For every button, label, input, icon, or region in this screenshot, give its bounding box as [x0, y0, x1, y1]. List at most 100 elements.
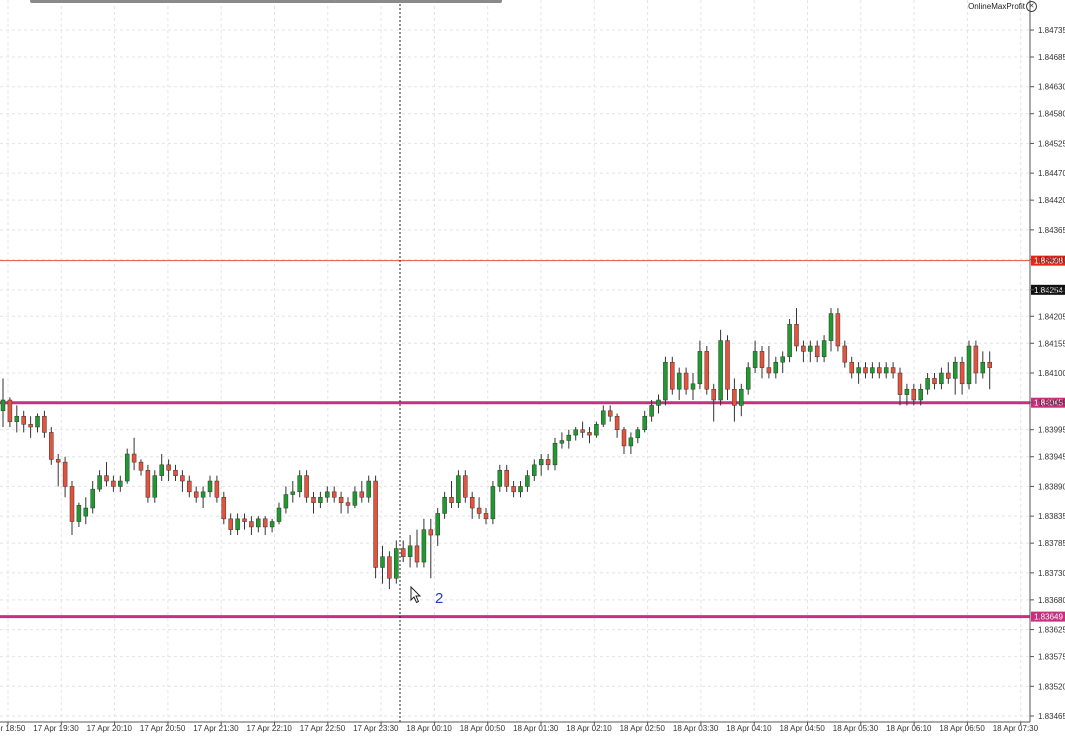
candle	[870, 362, 875, 379]
y-tick-label: 1.84525	[1038, 139, 1065, 148]
candle-body-bear	[469, 496, 475, 509]
candle	[456, 470, 461, 509]
candle-body-bull	[366, 480, 371, 498]
x-tick-label: 18 Apr 02:50	[620, 724, 666, 733]
candle	[601, 405, 606, 428]
candle-body-bull	[276, 507, 282, 522]
candle-body-bull	[635, 429, 641, 439]
candle-body-bull	[256, 518, 261, 528]
candle-body-bear	[111, 480, 116, 487]
candle	[883, 362, 889, 379]
candle-body-bull	[456, 475, 461, 503]
candle	[442, 491, 447, 519]
candle-body-bull	[566, 434, 572, 441]
candle	[145, 464, 151, 503]
candle-body-bear	[911, 388, 917, 401]
y-tick-label: 1.83995	[1038, 426, 1065, 435]
candle	[849, 356, 854, 379]
candle-body-bull	[525, 475, 530, 487]
candle-body-bear	[766, 367, 772, 374]
candle-body-bear	[504, 469, 509, 487]
candle-body-bear	[104, 475, 109, 482]
candle	[690, 373, 696, 401]
candle-body-bear	[414, 545, 420, 563]
candle	[104, 462, 109, 487]
candle	[518, 481, 523, 498]
candle	[131, 437, 137, 471]
candle-body-bear	[262, 518, 268, 528]
y-tick-label: 1.84254	[1038, 286, 1065, 295]
candle-body-bear	[373, 480, 378, 568]
candle	[801, 340, 806, 363]
candle-body-bull	[980, 361, 986, 374]
candle	[463, 470, 468, 503]
candle-body-bear	[42, 415, 47, 433]
candle-body-bull	[35, 415, 40, 428]
candle-body-bear	[814, 345, 820, 358]
candle	[780, 351, 785, 373]
grid	[0, 0, 1030, 722]
candle-body-bear	[345, 502, 351, 506]
candle-body-bull	[787, 324, 792, 358]
candle	[745, 362, 751, 395]
y-tick-label: 1.84630	[1038, 83, 1065, 92]
candle-body-bear	[973, 345, 979, 374]
chart-area[interactable]: 1.84308 1.84254 1.84045 1.83649 1.84735 1.84…	[0, 0, 1065, 735]
candle-body-bear	[338, 496, 344, 503]
candle	[152, 470, 158, 503]
candle-body-bull	[235, 518, 240, 530]
candle	[373, 475, 378, 579]
candle-body-bull	[628, 437, 634, 447]
candle	[311, 491, 316, 514]
candle-body-bear	[304, 475, 309, 498]
candle	[28, 416, 33, 438]
candle	[925, 373, 930, 395]
candle	[325, 486, 330, 503]
candle-body-bear	[863, 367, 868, 374]
candle-body-bull	[269, 521, 275, 528]
candle	[814, 340, 820, 363]
x-tick-label: 18 Apr 00:10	[406, 724, 452, 733]
candle-body-bull	[538, 459, 544, 466]
candle-body-bear	[732, 388, 737, 406]
candle-body-bull	[124, 453, 130, 482]
y-tick-label: 1.83945	[1038, 453, 1065, 462]
candle-body-bear	[55, 459, 61, 463]
candle-body-bear	[21, 415, 26, 425]
y-tick-label: 1.84420	[1038, 196, 1065, 205]
candlestick-chart[interactable]: 1.843081.842541.840451.83649 1.847351.84…	[0, 0, 1065, 735]
candle-body-bear	[897, 372, 903, 395]
candle-body-bear	[704, 351, 710, 390]
close-icon[interactable]: ✕	[1026, 1, 1037, 12]
candle	[83, 497, 89, 525]
candle-body-bull	[380, 556, 385, 568]
x-tick-label: 18 Apr 04:10	[726, 724, 772, 733]
x-tick-label: 17 Apr 20:10	[87, 724, 133, 733]
candle-body-bear	[587, 432, 592, 436]
candle-body-bull	[76, 505, 82, 522]
y-tick-label: 1.83890	[1038, 482, 1065, 491]
price-levels: 1.843081.842541.840451.83649	[0, 255, 1065, 622]
candle	[407, 535, 413, 568]
candle	[980, 351, 986, 379]
candle	[138, 459, 144, 476]
candle-body-bull	[0, 399, 6, 412]
candle-body-bear	[131, 453, 137, 463]
candle	[297, 470, 302, 498]
candle-body-bear	[193, 491, 199, 498]
candle	[49, 427, 54, 465]
candle	[676, 367, 682, 401]
candle-body-bear	[890, 367, 896, 374]
candle-body-bear	[214, 480, 220, 498]
candle	[304, 470, 309, 503]
candle	[704, 345, 710, 395]
candles	[0, 308, 992, 590]
candle-body-bull	[497, 469, 503, 487]
candle-body-bull	[739, 388, 744, 406]
candle-body-bear	[228, 518, 233, 530]
candle	[449, 481, 454, 509]
candle-body-bull	[883, 367, 889, 374]
candle-body-bull	[656, 399, 661, 406]
candle	[559, 432, 565, 449]
candle-body-bull	[718, 340, 723, 401]
